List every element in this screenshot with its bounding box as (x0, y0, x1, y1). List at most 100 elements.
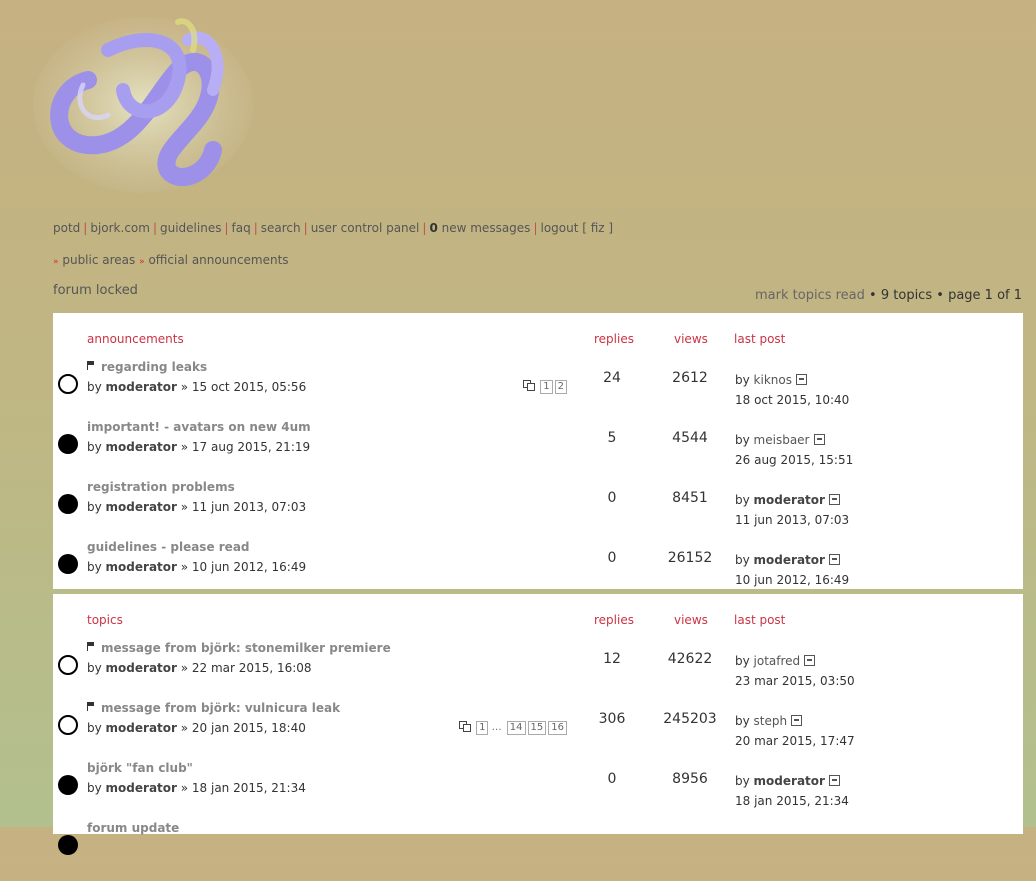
last-post: by moderator 18 jan 2015, 21:34 (735, 771, 849, 811)
last-post-user[interactable]: kiknos (754, 373, 792, 387)
topic-title[interactable]: björk "fan club" (87, 761, 193, 775)
page-indicator: page 1 of 1 (948, 288, 1022, 303)
pages-ellipsis: … (488, 722, 505, 733)
topic-title-text[interactable]: björk "fan club" (87, 761, 193, 775)
last-post-user[interactable]: moderator (754, 774, 825, 788)
separator: • (869, 288, 877, 303)
announcements-header: announcements (87, 332, 184, 346)
topic-title[interactable]: important! - avatars on new 4um (87, 420, 311, 434)
topic-title-text[interactable]: guidelines - please read (87, 540, 250, 554)
page-link[interactable]: 1 (476, 721, 489, 735)
topic-read-icon (58, 655, 78, 675)
nav-potd[interactable]: potd (53, 221, 80, 235)
last-post-date: 18 oct 2015, 10:40 (735, 393, 850, 407)
topic-author-line: by moderator » 15 oct 2015, 05:56 (87, 380, 306, 394)
by-label: by (87, 500, 106, 514)
breadcrumb-arrow-icon: » (139, 257, 145, 267)
topic-author[interactable]: moderator (106, 500, 177, 514)
nav-faq[interactable]: faq (232, 221, 251, 235)
breadcrumb-public-areas[interactable]: public areas (62, 253, 135, 267)
pagination-bar: mark topics read • 9 topics • page 1 of … (755, 288, 1022, 303)
topic-author[interactable]: moderator (106, 721, 177, 735)
replies-header: replies (594, 332, 634, 346)
by-label: by (87, 721, 106, 735)
topic-title[interactable]: guidelines - please read (87, 540, 250, 554)
last-post-user[interactable]: steph (754, 714, 788, 728)
page-link[interactable]: 16 (548, 721, 567, 735)
breadcrumb-official-announcements[interactable]: official announcements (148, 253, 288, 267)
topic-title-text[interactable]: message from björk: vulnicura leak (101, 701, 340, 715)
page-link[interactable]: 15 (527, 721, 547, 735)
topic-title-text[interactable]: message from björk: stonemilker premiere (101, 641, 391, 655)
multipage-icon (459, 721, 472, 732)
view-latest-post-icon[interactable] (813, 434, 825, 445)
topic-author-line: by moderator » 17 aug 2015, 21:19 (87, 440, 310, 454)
nav-logout[interactable]: logout [ fiz ] (540, 221, 613, 235)
topic-title[interactable]: registration problems (87, 480, 235, 494)
view-count: 8956 (672, 771, 708, 787)
topic-author[interactable]: moderator (106, 560, 177, 574)
topic-title[interactable]: regarding leaks (87, 360, 207, 374)
topic-title-text[interactable]: regarding leaks (101, 360, 207, 374)
new-messages-label: new messages (441, 221, 531, 235)
last-post: by steph 20 mar 2015, 17:47 (735, 711, 855, 751)
view-latest-post-icon[interactable] (791, 715, 803, 726)
reply-count: 306 (598, 711, 626, 727)
view-latest-post-icon[interactable] (828, 494, 840, 505)
view-latest-post-icon[interactable] (828, 554, 840, 565)
separator: • (936, 288, 944, 303)
topic-row: message from björk: vulnicura leak by mod… (53, 701, 1023, 761)
topic-author[interactable]: moderator (106, 380, 177, 394)
page-link[interactable]: 1 (540, 380, 553, 394)
topic-author[interactable]: moderator (106, 781, 177, 795)
topic-title-text[interactable]: important! - avatars on new 4um (87, 420, 311, 434)
view-latest-post-icon[interactable] (795, 374, 807, 385)
topic-read-icon (58, 715, 78, 735)
sticky-flag-icon (87, 361, 95, 370)
topic-title[interactable]: message from björk: vulnicura leak (87, 701, 340, 715)
topic-title-text[interactable]: registration problems (87, 480, 235, 494)
topic-date: » 18 jan 2015, 21:34 (176, 781, 306, 795)
topic-pages: 1 … 14 15 16 (459, 721, 567, 735)
page-link[interactable]: 14 (506, 721, 526, 735)
last-post-user[interactable]: moderator (754, 493, 825, 507)
topic-title[interactable]: forum update (87, 821, 179, 835)
reply-count: 0 (607, 490, 617, 506)
reply-count: 0 (607, 771, 617, 787)
topic-pages: 12 (523, 380, 567, 394)
topic-title[interactable]: message from björk: stonemilker premiere (87, 641, 391, 655)
topics-header: topics (87, 613, 123, 627)
topic-unread-icon (58, 554, 78, 574)
by-label: by (87, 440, 106, 454)
nav-user-control-panel[interactable]: user control panel (311, 221, 420, 235)
breadcrumb-arrow-icon: » (53, 257, 59, 267)
nav-search[interactable]: search (261, 221, 301, 235)
by-label: by (735, 714, 754, 728)
topic-author[interactable]: moderator (106, 661, 177, 675)
view-latest-post-icon[interactable] (804, 655, 816, 666)
topic-author-line: by moderator » 18 jan 2015, 21:34 (87, 781, 306, 795)
view-latest-post-icon[interactable] (828, 775, 840, 786)
last-post-user[interactable]: jotafred (754, 654, 801, 668)
views-header: views (674, 613, 708, 627)
topic-unread-icon (58, 835, 78, 855)
nav-guidelines[interactable]: guidelines (160, 221, 221, 235)
nav-bjork-com[interactable]: bjork.com (90, 221, 150, 235)
topic-author[interactable]: moderator (106, 440, 177, 454)
by-label: by (735, 373, 754, 387)
by-label: by (735, 774, 754, 788)
mark-topics-read-link[interactable]: mark topics read (755, 288, 865, 303)
replies-header: replies (594, 613, 634, 627)
nav-new-messages[interactable]: 0 new messages (429, 221, 530, 235)
last-post-user[interactable]: meisbaer (754, 433, 810, 447)
last-post: by meisbaer 26 aug 2015, 15:51 (735, 430, 853, 470)
topic-title-text[interactable]: forum update (87, 821, 179, 835)
breadcrumb: » public areas » official announcements (53, 253, 289, 267)
top-nav: potd | bjork.com | guidelines | faq | search | use… (53, 221, 614, 235)
topic-row: forum update (53, 821, 1023, 881)
page-link[interactable]: 2 (554, 380, 567, 394)
topic-row: regarding leaks by moderator » 15 oct 201… (53, 360, 1023, 420)
topic-row: björk "fan club" by moderator » 18 jan 20… (53, 761, 1023, 821)
last-post-user[interactable]: moderator (754, 553, 825, 567)
views-header: views (674, 332, 708, 346)
